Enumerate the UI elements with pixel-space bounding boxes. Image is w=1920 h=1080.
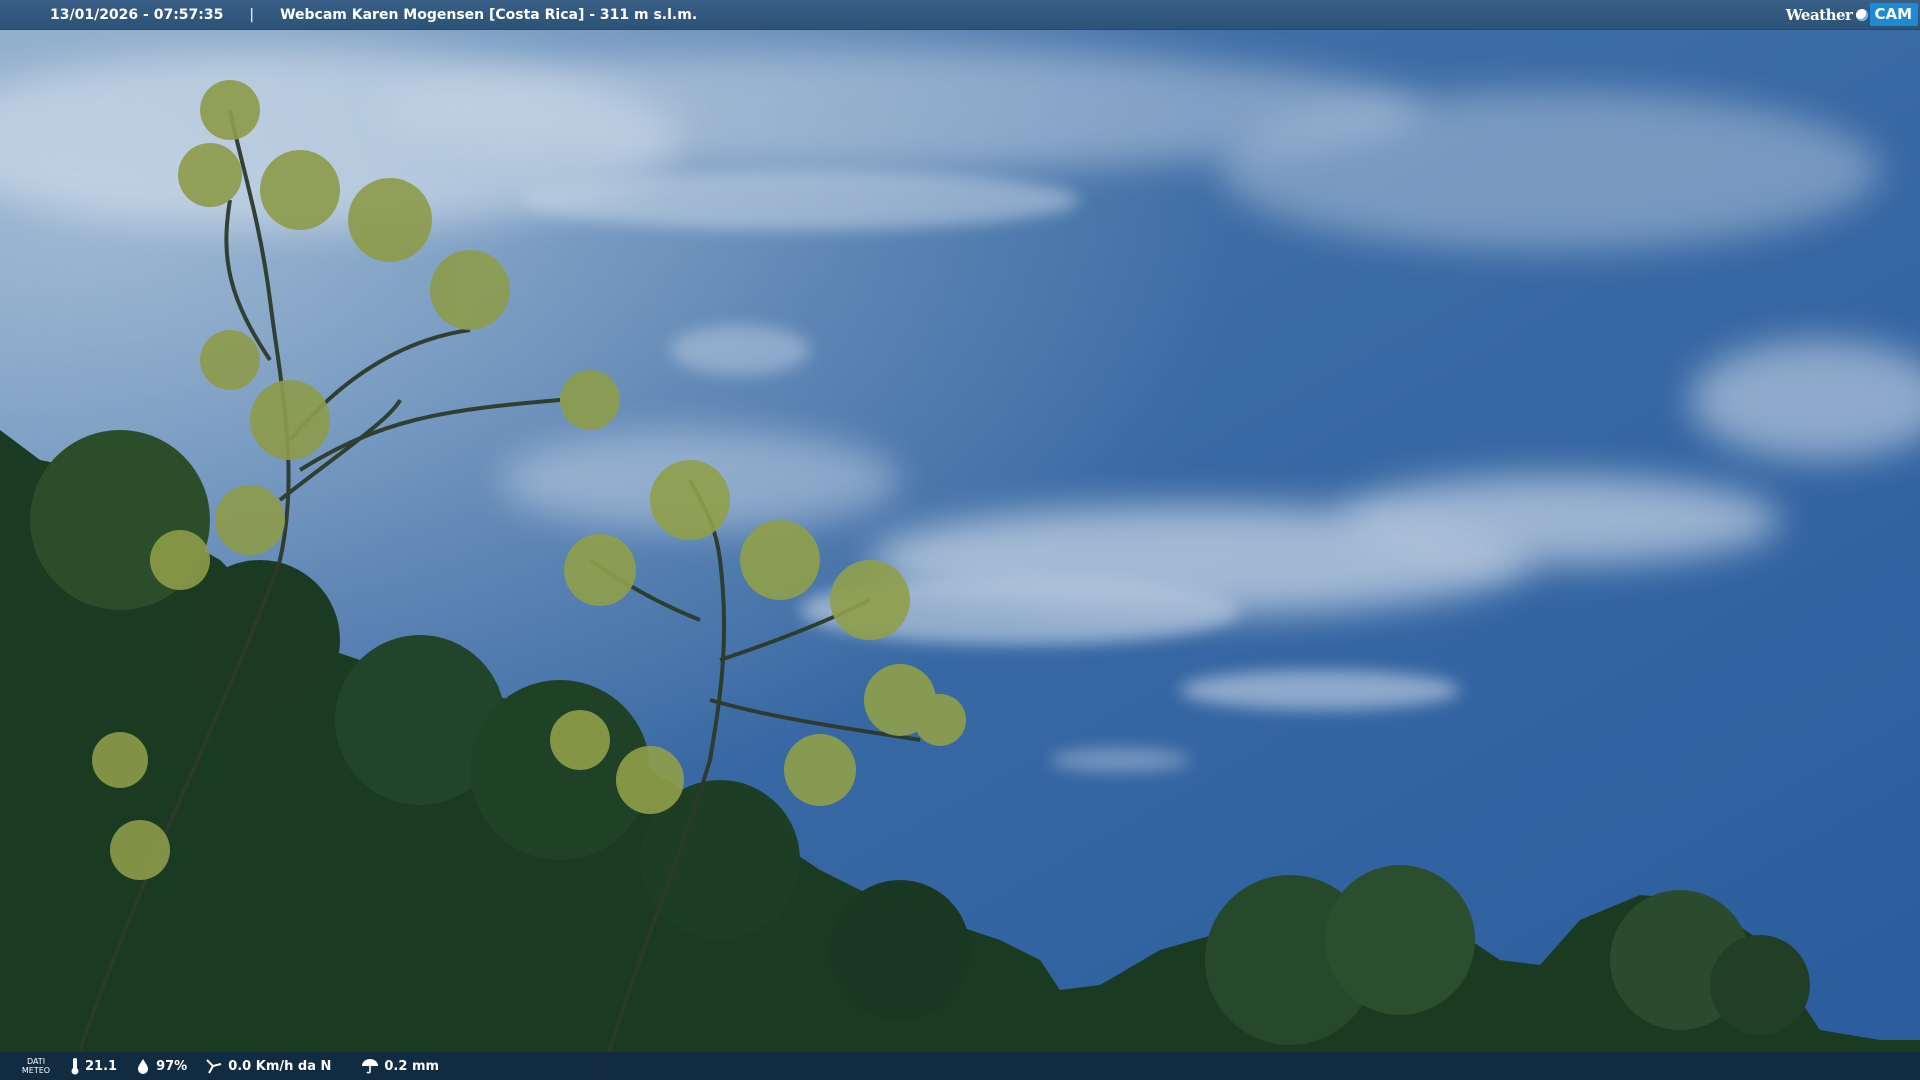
weather-data-bar: DATI METEO 21.1 97% 0.0 Km/h da N 0.2 mm: [0, 1052, 1920, 1080]
humidity-readout: 97%: [135, 1058, 187, 1074]
timestamp: 13/01/2026 - 07:57:35: [50, 6, 224, 23]
logo-cam-text: CAM: [1870, 3, 1918, 26]
humidity-drop-icon: [138, 1059, 149, 1074]
logo-weather-text: Weather: [1785, 5, 1853, 24]
thermometer-icon: [71, 1058, 79, 1075]
wind-value: 0.0 Km/h da N: [228, 1058, 332, 1074]
umbrella-icon: [362, 1059, 379, 1074]
temperature-value: 21.1: [85, 1058, 118, 1074]
weathercam-logo[interactable]: Weather CAM: [1786, 0, 1920, 29]
humidity-value: 97%: [156, 1058, 188, 1074]
wind-readout: 0.0 Km/h da N: [205, 1058, 331, 1074]
top-info-bar: 13/01/2026 - 07:57:35 | Webcam Karen Mog…: [0, 0, 1920, 30]
logo-dot-icon: [1856, 8, 1869, 21]
wind-icon: [206, 1059, 222, 1074]
rain-readout: 0.2 mm: [361, 1058, 439, 1074]
separator: |: [249, 6, 255, 23]
weather-label: DATI METEO: [21, 1057, 51, 1075]
webcam-scene: [0, 0, 1920, 1080]
temperature-readout: 21.1: [70, 1057, 117, 1075]
webcam-title: Webcam Karen Mogensen [Costa Rica] - 311…: [280, 6, 698, 23]
rain-value: 0.2 mm: [384, 1058, 440, 1074]
